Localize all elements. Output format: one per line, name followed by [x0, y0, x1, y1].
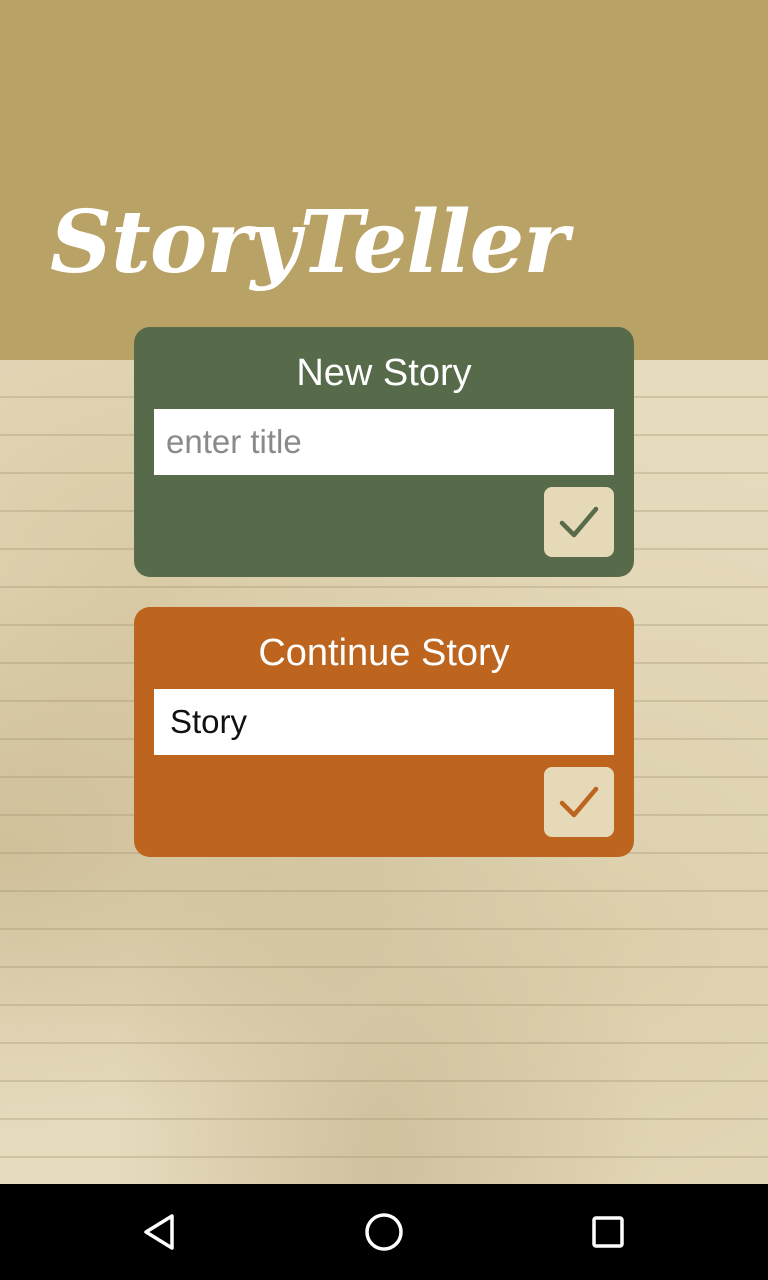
- new-story-title-input[interactable]: [154, 409, 614, 475]
- continue-story-title-input[interactable]: [154, 689, 614, 755]
- app-title: StoryTeller: [50, 192, 569, 293]
- new-story-card: New Story: [134, 327, 634, 577]
- new-story-heading: New Story: [296, 352, 472, 394]
- nav-home-button[interactable]: [354, 1202, 414, 1262]
- nav-back-button[interactable]: [130, 1202, 190, 1262]
- continue-story-heading: Continue Story: [258, 632, 510, 674]
- navigation-bar: [0, 1184, 768, 1280]
- back-triangle-icon: [144, 1214, 174, 1250]
- screen: StoryTeller New Story Continue Story: [0, 0, 768, 1280]
- check-icon: [559, 786, 599, 818]
- home-circle-icon: [365, 1213, 403, 1251]
- check-icon: [559, 506, 599, 538]
- continue-story-confirm-button[interactable]: [544, 767, 614, 837]
- header: StoryTeller: [0, 0, 768, 360]
- new-story-confirm-button[interactable]: [544, 487, 614, 557]
- continue-story-card: Continue Story: [134, 607, 634, 857]
- nav-recents-button[interactable]: [578, 1202, 638, 1262]
- recents-square-icon: [592, 1216, 624, 1248]
